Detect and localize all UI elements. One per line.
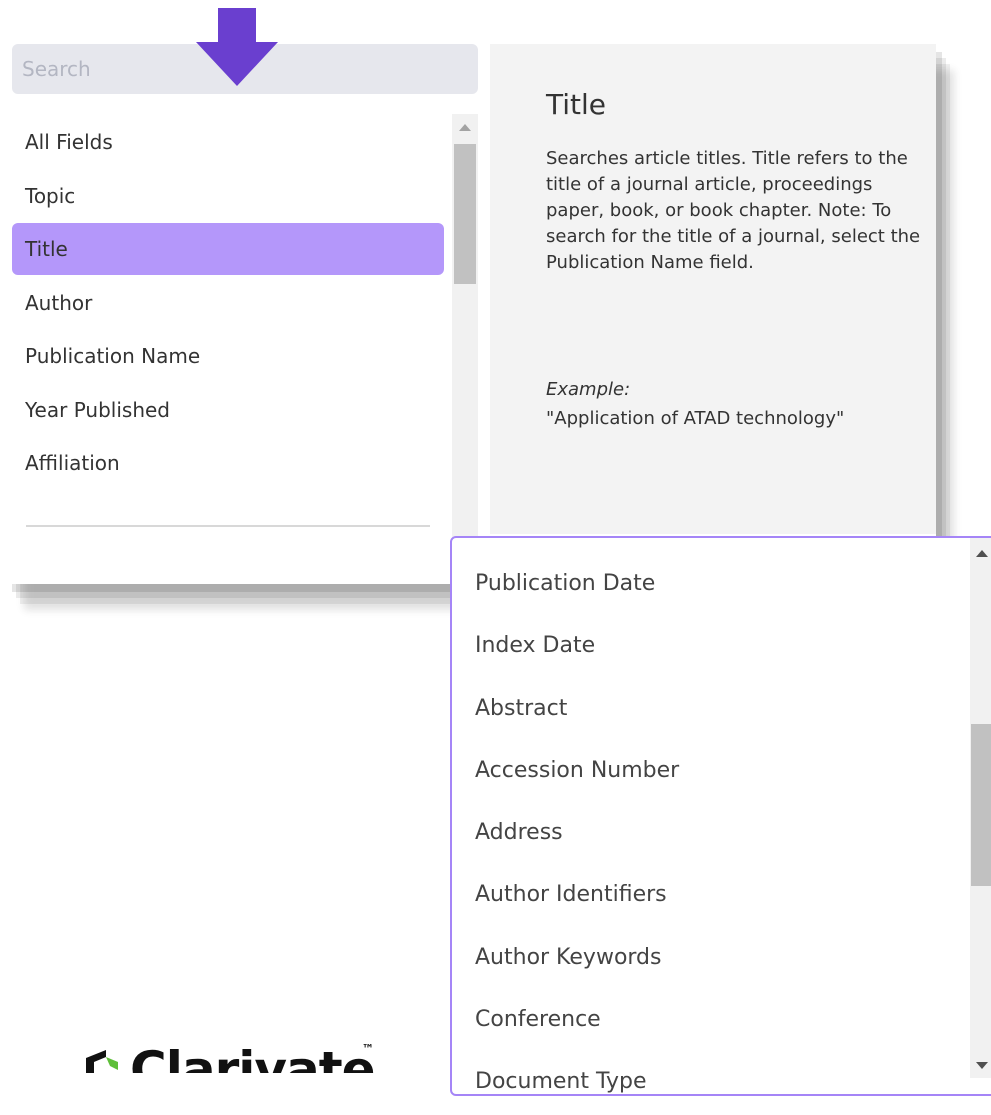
field-option-year-published[interactable]: Year Published [12, 384, 444, 436]
dropdown-option-author-keywords[interactable]: Author Keywords [475, 928, 679, 990]
chevron-up-icon[interactable] [459, 124, 471, 131]
dropdown-option-index-date[interactable]: Index Date [475, 616, 679, 678]
list-divider [26, 525, 430, 527]
chevron-up-icon[interactable] [976, 550, 988, 557]
scrollbar-thumb[interactable] [971, 724, 991, 886]
dropdown-option-accession-number[interactable]: Accession Number [475, 741, 679, 803]
field-option-author[interactable]: Author [12, 277, 444, 329]
dropdown-option-publication-date[interactable]: Publication Date [475, 554, 679, 616]
field-option-affiliation[interactable]: Affiliation [12, 437, 444, 489]
field-selector-panel: All Fields Topic Title Author Publicatio… [6, 44, 936, 584]
description-text: Searches article titles. Title refers to… [546, 148, 921, 273]
down-arrow-icon [196, 8, 278, 86]
clarivate-logo: Clarivate ™ [80, 1040, 410, 1073]
description-title: Title [546, 88, 607, 121]
field-option-all-fields[interactable]: All Fields [12, 116, 444, 168]
dropdown-scrollbar[interactable] [970, 538, 991, 1078]
dropdown-option-conference[interactable]: Conference [475, 990, 679, 1052]
example-text: "Application of ATAD technology" [546, 408, 845, 429]
chevron-down-icon[interactable] [976, 1062, 988, 1069]
logo-wordmark: Clarivate [130, 1041, 376, 1073]
field-option-topic[interactable]: Topic [12, 170, 444, 222]
dropdown-option-author-identifiers[interactable]: Author Identifiers [475, 865, 679, 927]
dropdown-option-abstract[interactable]: Abstract [475, 679, 679, 741]
field-dropdown-panel: Publication Date Index Date Abstract Acc… [450, 536, 991, 1096]
scrollbar-thumb[interactable] [454, 144, 476, 284]
clarivate-logo-mark-icon [86, 1050, 118, 1073]
field-option-publication-name[interactable]: Publication Name [12, 330, 444, 382]
field-list-scrollbar[interactable] [452, 114, 478, 584]
logo-trademark: ™ [362, 1042, 374, 1056]
example-label: Example: [546, 379, 631, 400]
field-list: All Fields Topic Title Author Publicatio… [12, 116, 444, 491]
dropdown-option-address[interactable]: Address [475, 803, 679, 865]
dropdown-option-document-type[interactable]: Document Type [475, 1052, 679, 1114]
field-description-panel: Title Searches article titles. Title ref… [490, 44, 936, 534]
dropdown-list: Publication Date Index Date Abstract Acc… [475, 554, 679, 1115]
field-option-title[interactable]: Title [12, 223, 444, 275]
